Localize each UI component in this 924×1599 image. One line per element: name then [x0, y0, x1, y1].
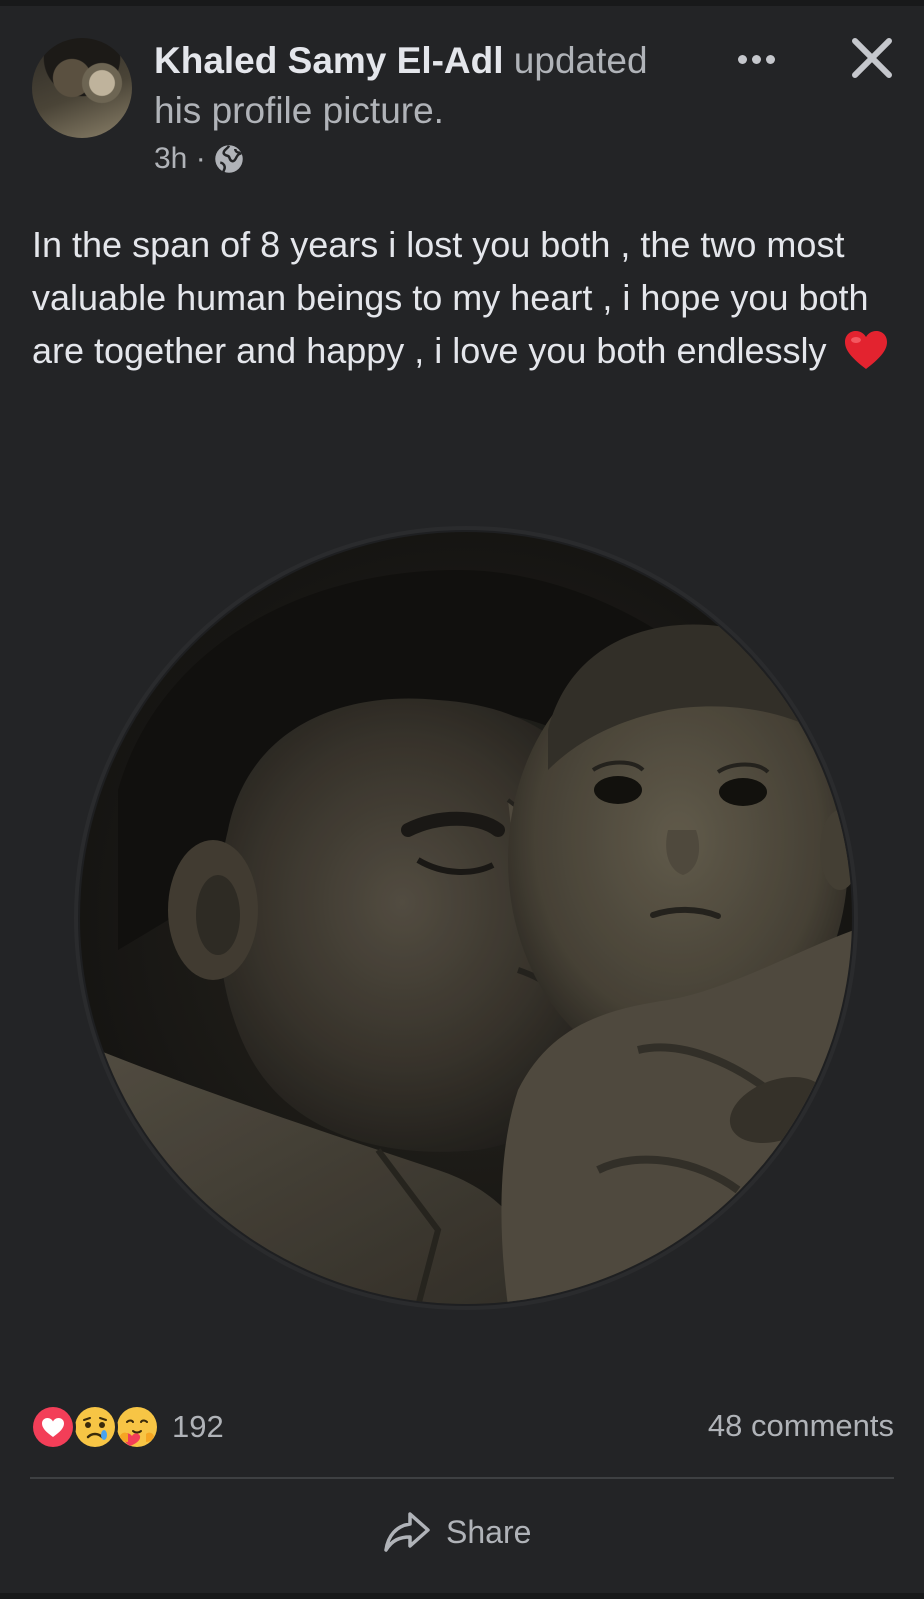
post-meta: 3h ·	[154, 142, 244, 176]
care-reaction-icon	[114, 1404, 160, 1450]
love-reaction-icon	[30, 1404, 76, 1450]
share-button[interactable]: Share	[382, 1510, 531, 1554]
divider	[30, 1477, 894, 1479]
reactions-summary[interactable]: 192	[30, 1404, 224, 1450]
profile-photo[interactable]	[78, 530, 854, 1306]
post-time[interactable]: 3h ·	[154, 142, 206, 176]
author-name[interactable]: Khaled Samy El-Adl	[154, 40, 504, 81]
post-body: In the span of 8 years i lost you both ,…	[32, 224, 869, 371]
action-text-2: his profile picture.	[154, 90, 444, 131]
action-text-1: updated	[503, 40, 648, 81]
top-edge	[0, 0, 924, 6]
globe-icon	[214, 145, 243, 173]
close-icon[interactable]	[848, 34, 896, 82]
share-label: Share	[446, 1513, 532, 1550]
heart-emoji-icon	[844, 331, 887, 370]
more-options-icon[interactable]	[728, 42, 784, 76]
sad-reaction-icon	[72, 1404, 118, 1450]
author-avatar[interactable]	[32, 38, 132, 138]
share-icon	[384, 1512, 430, 1552]
comments-count[interactable]: 48 comments	[708, 1408, 894, 1444]
profile-photo-image	[80, 532, 852, 1304]
post-text: In the span of 8 years i lost you both ,…	[32, 218, 900, 377]
reaction-count[interactable]: 192	[172, 1409, 224, 1445]
post-header: Khaled Samy El-Adl updated his profile p…	[154, 36, 694, 136]
bottom-edge	[0, 1593, 924, 1599]
